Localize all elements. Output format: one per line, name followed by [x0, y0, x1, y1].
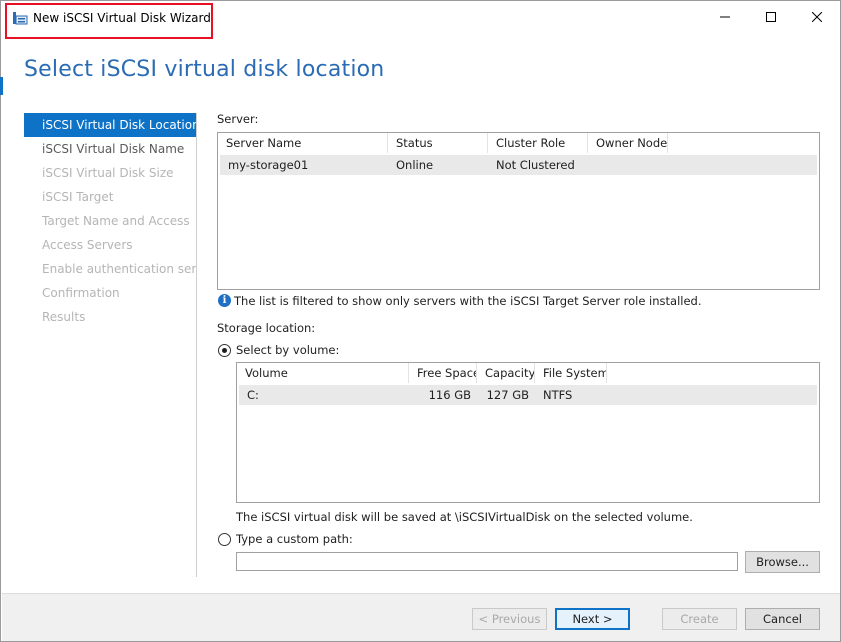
- custom-path-radio[interactable]: [218, 533, 231, 546]
- cell-owner-node: [588, 155, 668, 175]
- server-list[interactable]: Server Name Status Cluster Role Owner No…: [217, 132, 820, 290]
- minimize-icon: [720, 16, 730, 18]
- server-list-header: Server Name Status Cluster Role Owner No…: [218, 133, 668, 153]
- column-volume[interactable]: Volume: [237, 363, 409, 383]
- nav-item-access-servers: Access Servers: [42, 238, 133, 252]
- maximize-icon: [766, 12, 776, 22]
- cell-capacity: 127 GB: [486, 388, 529, 402]
- next-button[interactable]: Next >: [555, 608, 630, 630]
- close-button[interactable]: [794, 1, 840, 33]
- wizard-footer: < Previous Next > Create Cancel: [2, 593, 840, 641]
- close-icon: [812, 12, 822, 22]
- cell-file-system: NTFS: [543, 388, 573, 402]
- cell-server-name: my-storage01: [228, 158, 309, 172]
- nav-item-target: iSCSI Target: [42, 190, 114, 204]
- wizard-window: New iSCSI Virtual Disk Wizard Select iSC…: [0, 0, 841, 642]
- table-row[interactable]: my-storage01 Online Not Clustered: [220, 155, 817, 175]
- cell-status: Online: [396, 158, 434, 172]
- cell-free-space: 116 GB: [428, 388, 471, 402]
- column-status[interactable]: Status: [388, 133, 488, 153]
- column-file-system[interactable]: File System: [535, 363, 607, 383]
- title-highlight-box: [5, 3, 213, 39]
- column-server-name[interactable]: Server Name: [218, 133, 388, 153]
- browse-button[interactable]: Browse...: [745, 551, 820, 573]
- select-by-volume-radio[interactable]: [218, 344, 231, 357]
- nav-item-confirmation: Confirmation: [42, 286, 120, 300]
- server-label: Server:: [217, 112, 259, 126]
- cancel-button[interactable]: Cancel: [745, 608, 820, 630]
- select-by-volume-label[interactable]: Select by volume:: [236, 343, 339, 357]
- wizard-nav: iSCSI Virtual Disk Location iSCSI Virtua…: [24, 113, 197, 577]
- volume-save-note: The iSCSI virtual disk will be saved at …: [236, 510, 693, 524]
- cell-cluster-role: Not Clustered: [496, 158, 575, 172]
- nav-item-target-name-access: Target Name and Access: [42, 214, 190, 228]
- column-cluster-role[interactable]: Cluster Role: [488, 133, 588, 153]
- page-title: Select iSCSI virtual disk location: [24, 57, 385, 82]
- volume-list-header: Volume Free Space Capacity File System: [237, 363, 607, 383]
- column-owner-node[interactable]: Owner Node: [588, 133, 668, 153]
- info-icon: i: [218, 294, 231, 307]
- custom-path-label[interactable]: Type a custom path:: [236, 532, 353, 546]
- minimize-button[interactable]: [702, 1, 748, 33]
- nav-item-results: Results: [42, 310, 86, 324]
- custom-path-input[interactable]: [236, 552, 738, 571]
- volume-list[interactable]: Volume Free Space Capacity File System C…: [236, 362, 820, 503]
- column-capacity[interactable]: Capacity: [477, 363, 535, 383]
- nav-item-disk-size: iSCSI Virtual Disk Size: [42, 166, 174, 180]
- nav-item-disk-location[interactable]: iSCSI Virtual Disk Location: [24, 113, 196, 137]
- previous-button[interactable]: < Previous: [472, 608, 547, 630]
- column-free-space[interactable]: Free Space: [409, 363, 477, 383]
- left-accent-strip: [0, 77, 3, 95]
- maximize-button[interactable]: [748, 1, 794, 33]
- create-button[interactable]: Create: [662, 608, 737, 630]
- cell-volume: C:: [247, 388, 259, 402]
- nav-item-authentication: Enable authentication ser...: [42, 262, 196, 276]
- nav-item-disk-name[interactable]: iSCSI Virtual Disk Name: [24, 137, 196, 161]
- table-row[interactable]: C: 116 GB 127 GB NTFS: [239, 385, 817, 405]
- storage-location-label: Storage location:: [217, 321, 316, 335]
- server-filter-info: The list is filtered to show only server…: [234, 294, 702, 308]
